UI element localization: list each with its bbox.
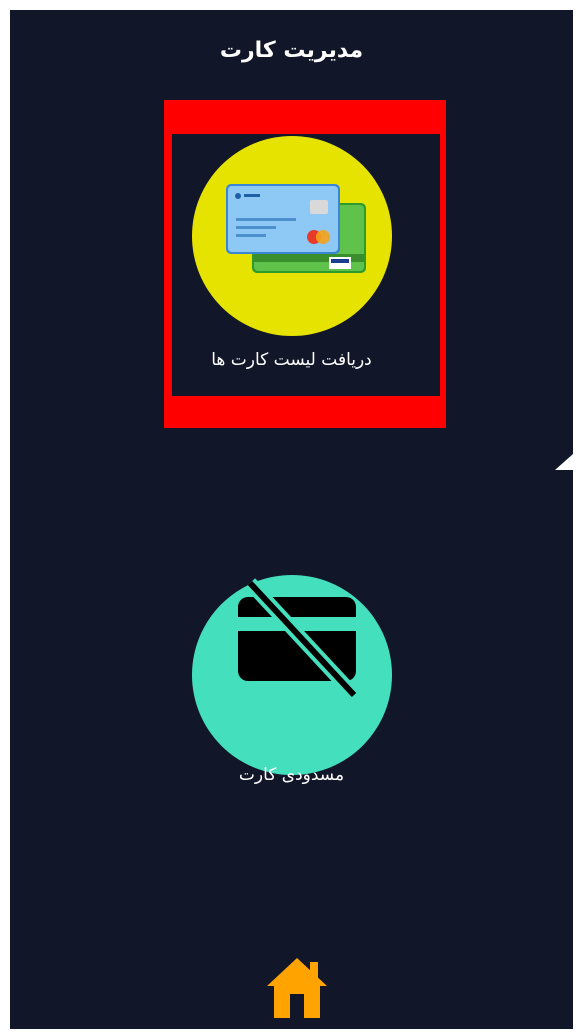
page-title: مدیریت کارت (219, 38, 364, 63)
block-card-label: مسدودی کارت (238, 765, 345, 785)
credit-cards-icon (225, 184, 366, 273)
edge-notch (555, 454, 573, 470)
get-card-list-circle[interactable] (191, 136, 392, 336)
home-icon (267, 958, 327, 1018)
home-button[interactable] (264, 954, 330, 1020)
card-management-screen: مدیریت کارت دریافت لیست کارت ها مسدودی ک… (10, 10, 573, 1029)
get-card-list-label: دریافت لیست کارت ها (211, 350, 372, 370)
card-blocked-icon (237, 578, 359, 700)
block-card-circle[interactable] (191, 575, 392, 775)
